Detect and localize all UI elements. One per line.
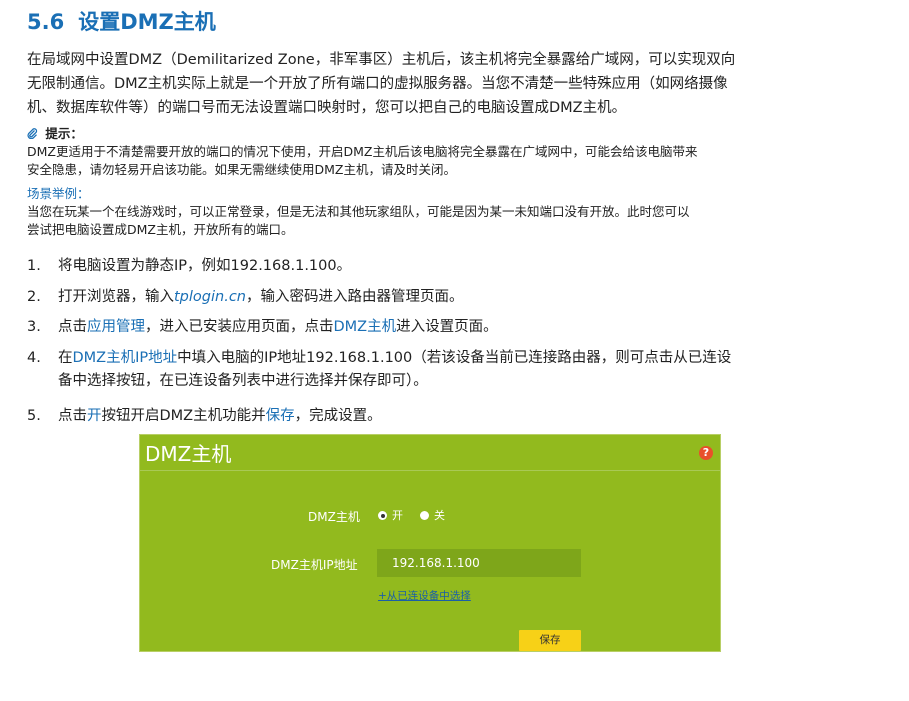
step-text-segment: 在 — [58, 350, 73, 366]
panel-title: DMZ主机 — [145, 442, 232, 466]
step-number: 3. — [27, 319, 41, 335]
step-number: 5. — [27, 408, 41, 424]
step-text-segment: ，输入密码进入路由器管理页面。 — [245, 289, 464, 305]
intro-line: 无限制通信。DMZ主机实际上就是一个开放了所有端口的虚拟服务器。当您不清楚一些特… — [27, 76, 728, 92]
select-from-connected-devices-link[interactable]: +从已连设备中选择 — [378, 588, 471, 603]
tip-body: DMZ更适用于不清楚需要开放的端口的情况下使用，开启DMZ主机后该电脑将完全暴露… — [27, 143, 847, 179]
dmz-ip-label: DMZ主机IP地址 — [271, 558, 358, 572]
save-button[interactable]: 保存 — [519, 630, 581, 651]
scenario-title: 场景举例： — [27, 186, 90, 201]
dmz-ip-link: DMZ主机IP地址 — [72, 350, 178, 366]
dmz-on-radio[interactable] — [378, 511, 387, 520]
intro-line: 机、数据库软件等）的端口号而无法设置端口映射时，您可以把自己的电脑设置成DMZ主… — [27, 100, 627, 116]
step-text-segment: 进入设置页面。 — [396, 319, 498, 335]
tplogin-link[interactable]: tplogin.cn — [174, 289, 246, 305]
dmz-off-label[interactable]: 关 — [434, 507, 445, 523]
tip-line: DMZ更适用于不清楚需要开放的端口的情况下使用，开启DMZ主机后该电脑将完全暴露… — [27, 144, 698, 159]
step-text-segment: ，完成设置。 — [294, 408, 382, 424]
dmz-ip-input[interactable]: 192.168.1.100 — [377, 549, 581, 577]
dmz-on-label[interactable]: 开 — [392, 507, 403, 523]
help-icon[interactable]: ? — [699, 446, 713, 460]
tip-title-text: 提示： — [45, 126, 83, 141]
step-text-segment: 点击 — [58, 408, 87, 424]
app-management-link: 应用管理 — [87, 319, 145, 335]
tip-title: 提示： — [27, 123, 83, 142]
section-title: 设置DMZ主机 — [78, 10, 216, 34]
scenario-body: 当您在玩某一个在线游戏时，可以正常登录，但是无法和其他玩家组队，可能是因为某一未… — [27, 203, 847, 239]
step-text: 打开浏览器，输入tplogin.cn，输入密码进入路由器管理页面。 — [58, 286, 858, 309]
section-number: 5.6 — [27, 10, 65, 34]
dmz-host-link: DMZ主机 — [333, 319, 397, 335]
step-number: 4. — [27, 350, 41, 366]
panel-header: DMZ主机 ? — [140, 435, 720, 471]
step-text: 点击应用管理，进入已安装应用页面，点击DMZ主机进入设置页面。 — [58, 316, 858, 339]
step-text-segment: 备中选择按钮，在已连设备列表中进行选择并保存即可）。 — [58, 373, 428, 389]
step-text-segment: 按钮开启DMZ主机功能并 — [101, 408, 266, 424]
intro-paragraph: 在局域网中设置DMZ（Demilitarized Zone，非军事区）主机后，该… — [27, 48, 887, 120]
dmz-off-radio[interactable] — [420, 511, 429, 520]
step-text-segment: 中填入电脑的IP地址192.168.1.100（若该设备当前已连接路由器，则可点… — [177, 350, 732, 366]
dmz-toggle-label: DMZ主机 — [308, 510, 360, 524]
step-text-segment: 点击 — [58, 319, 87, 335]
dmz-settings-panel: DMZ主机 ? DMZ主机 开 关 DMZ主机IP地址 192.168.1.10… — [139, 434, 721, 652]
save-link: 保存 — [265, 408, 295, 424]
section-heading: 5.6 设置DMZ主机 — [27, 6, 216, 36]
intro-line: 在局域网中设置DMZ（Demilitarized Zone，非军事区）主机后，该… — [27, 52, 736, 68]
paperclip-icon — [27, 126, 42, 141]
scenario-line: 尝试把电脑设置成DMZ主机，开放所有的端口。 — [27, 222, 294, 237]
step-text: 在DMZ主机IP地址中填入电脑的IP地址192.168.1.100（若该设备当前… — [58, 347, 858, 393]
step-number: 2. — [27, 289, 41, 305]
step-number: 1. — [27, 258, 41, 274]
step-text-segment: ，进入已安装应用页面，点击 — [145, 319, 334, 335]
step-text: 点击开按钮开启DMZ主机功能并保存，完成设置。 — [58, 405, 858, 428]
step-text-segment: 打开浏览器，输入 — [58, 289, 174, 305]
scenario-line: 当您在玩某一个在线游戏时，可以正常登录，但是无法和其他玩家组队，可能是因为某一未… — [27, 204, 690, 219]
on-link: 开 — [87, 408, 102, 424]
step-text: 将电脑设置为静态IP，例如192.168.1.100。 — [58, 258, 352, 274]
tip-line: 安全隐患，请勿轻易开启该功能。如果无需继续使用DMZ主机，请及时关闭。 — [27, 162, 456, 177]
